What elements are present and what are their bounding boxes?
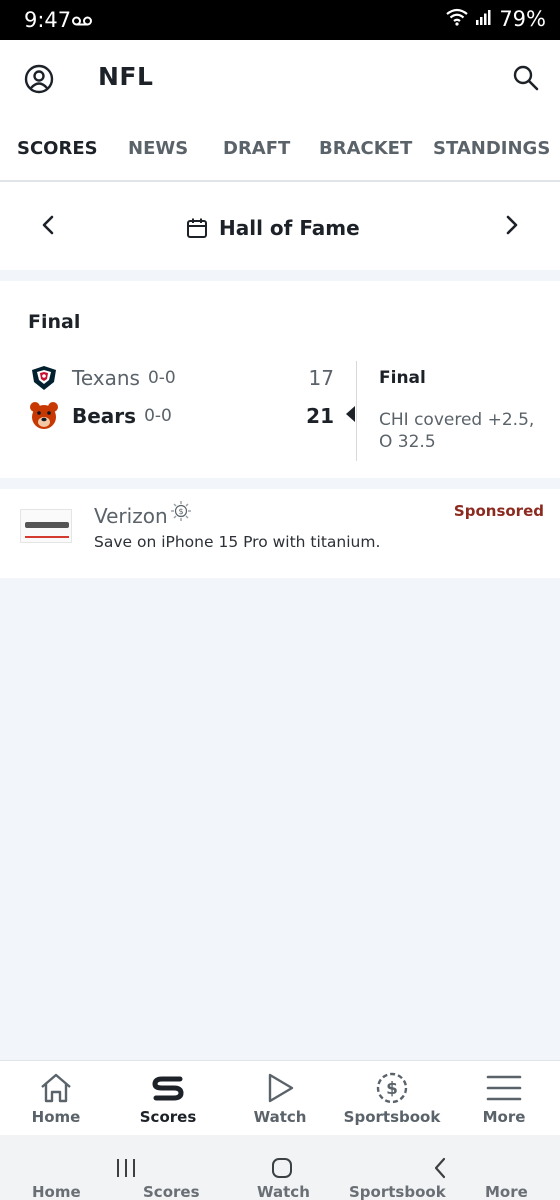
betting-result-note: CHI covered +2.5, O 32.5 xyxy=(379,410,535,452)
ghost-label-sportsbook: Sportsbook xyxy=(349,1183,446,1200)
chevron-left-icon[interactable] xyxy=(40,214,56,240)
team-record-away: 0-0 xyxy=(147,368,176,388)
signal-icon xyxy=(475,8,493,30)
team-record-home: 0-0 xyxy=(144,406,172,426)
home-button-icon[interactable] xyxy=(271,1157,293,1183)
ghost-label-scores: Scores xyxy=(143,1183,200,1200)
page-title: NFL xyxy=(98,62,154,91)
dollar-icon: $ xyxy=(374,1071,410,1105)
team-name-away: Texans xyxy=(72,366,140,390)
divider xyxy=(356,361,357,461)
tab-scores[interactable]: SCORES xyxy=(17,138,98,159)
battery-level: 79% xyxy=(499,7,546,31)
ad-brand: Verizon xyxy=(94,504,168,528)
svg-text:$: $ xyxy=(178,507,183,516)
game-status-heading: Final xyxy=(28,311,81,333)
chevron-right-icon[interactable] xyxy=(504,214,520,240)
nav-scores[interactable]: Scores xyxy=(112,1061,224,1136)
team-row-away: Texans 0-0 xyxy=(28,360,176,396)
tab-standings[interactable]: STANDINGS xyxy=(433,138,550,159)
tab-news[interactable]: NEWS xyxy=(128,138,188,159)
nav-more-label: More xyxy=(482,1108,526,1126)
search-icon[interactable] xyxy=(512,64,540,96)
ad-tagline: Save on iPhone 15 Pro with titanium. xyxy=(94,533,381,551)
nav-sportsbook[interactable]: $ Sportsbook xyxy=(336,1061,448,1136)
result-status: Final xyxy=(379,368,426,388)
winner-indicator-icon xyxy=(346,406,355,422)
nav-watch-label: Watch xyxy=(253,1108,307,1126)
week-label[interactable]: Hall of Fame xyxy=(219,216,360,240)
recents-icon[interactable] xyxy=(115,1157,137,1183)
sponsored-label: Sponsored xyxy=(453,502,544,520)
ad-thumbnail xyxy=(20,509,72,543)
team-name-home: Bears xyxy=(72,404,137,428)
nav-home-label: Home xyxy=(31,1108,81,1126)
wifi-icon xyxy=(445,7,469,31)
ad-deal-icon: $ xyxy=(170,500,192,526)
game-card[interactable]: Final Texans 0-0 Bears 0-0 17 21 Final C… xyxy=(0,281,560,478)
team-row-home: Bears 0-0 xyxy=(28,398,172,434)
nav-more[interactable]: More xyxy=(448,1061,560,1136)
tab-draft[interactable]: DRAFT xyxy=(223,138,290,159)
menu-icon xyxy=(486,1071,522,1105)
profile-icon[interactable] xyxy=(24,64,54,98)
voicemail-icon xyxy=(72,12,92,31)
sponsored-ad[interactable]: Verizon $ Sponsored Save on iPhone 15 Pr… xyxy=(0,489,560,578)
calendar-icon[interactable] xyxy=(186,217,208,243)
bottom-navigation: Home Scores Watch $ Sportsbook More xyxy=(0,1060,560,1135)
back-icon[interactable] xyxy=(432,1156,448,1184)
ghost-label-more: More xyxy=(485,1183,528,1200)
score-home: 21 xyxy=(306,404,334,428)
score-away: 17 xyxy=(308,366,334,390)
nav-sportsbook-label: Sportsbook xyxy=(343,1108,441,1126)
week-navigator: Hall of Fame xyxy=(0,182,560,270)
status-bar: 9:47 79% xyxy=(0,0,560,40)
system-navigation-bar: Home Scores Watch Sportsbook More xyxy=(0,1135,560,1200)
texans-logo-icon xyxy=(28,362,60,394)
bears-logo-icon xyxy=(28,400,60,432)
tab-bracket[interactable]: BRACKET xyxy=(319,138,412,159)
ghost-label-watch: Watch xyxy=(257,1183,310,1200)
svg-text:$: $ xyxy=(386,1079,398,1099)
nav-watch[interactable]: Watch xyxy=(224,1061,336,1136)
nav-scores-label: Scores xyxy=(139,1108,197,1126)
status-time: 9:47 xyxy=(24,8,72,32)
section-tabs: SCORES NEWS DRAFT BRACKET STANDINGS xyxy=(0,120,560,182)
play-icon xyxy=(262,1071,298,1105)
ghost-label-home: Home xyxy=(32,1183,81,1200)
home-icon xyxy=(38,1071,74,1105)
nav-home[interactable]: Home xyxy=(0,1061,112,1136)
app-header: NFL xyxy=(0,40,560,120)
scores-icon xyxy=(150,1071,186,1105)
